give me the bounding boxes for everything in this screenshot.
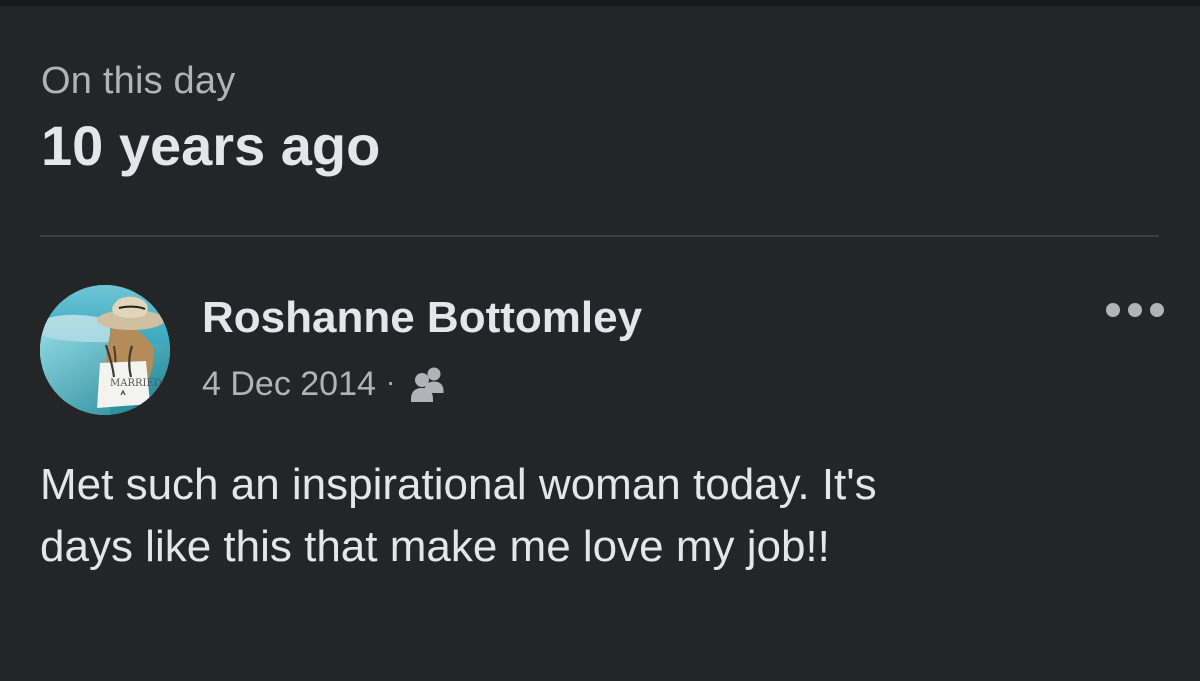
more-options-button[interactable] bbox=[1102, 288, 1168, 332]
author-avatar[interactable]: MARRIED bbox=[40, 285, 170, 415]
author-name[interactable]: Roshanne Bottomley bbox=[202, 292, 642, 344]
post-text: Met such an inspirational woman today. I… bbox=[40, 460, 877, 571]
post-header: MARRIED Roshanne Bottomley 4 Dec 2014 · bbox=[40, 284, 1170, 415]
svg-text:MARRIED: MARRIED bbox=[110, 378, 162, 389]
divider bbox=[40, 235, 1159, 237]
memory-header: On this day 10 years ago bbox=[41, 58, 1159, 176]
post-meta: 4 Dec 2014 · bbox=[202, 362, 447, 406]
avatar-photo: MARRIED bbox=[40, 285, 170, 415]
meta-separator: · bbox=[385, 366, 396, 397]
post-date[interactable]: 4 Dec 2014 bbox=[202, 365, 376, 404]
top-bar-edge bbox=[0, 0, 1200, 6]
friends-audience-icon[interactable] bbox=[407, 364, 447, 404]
friends-icon-graphic bbox=[411, 367, 444, 402]
more-options-icon bbox=[1106, 303, 1164, 317]
memory-kicker: On this day bbox=[41, 60, 236, 102]
memory-heading: 10 years ago bbox=[41, 114, 381, 177]
